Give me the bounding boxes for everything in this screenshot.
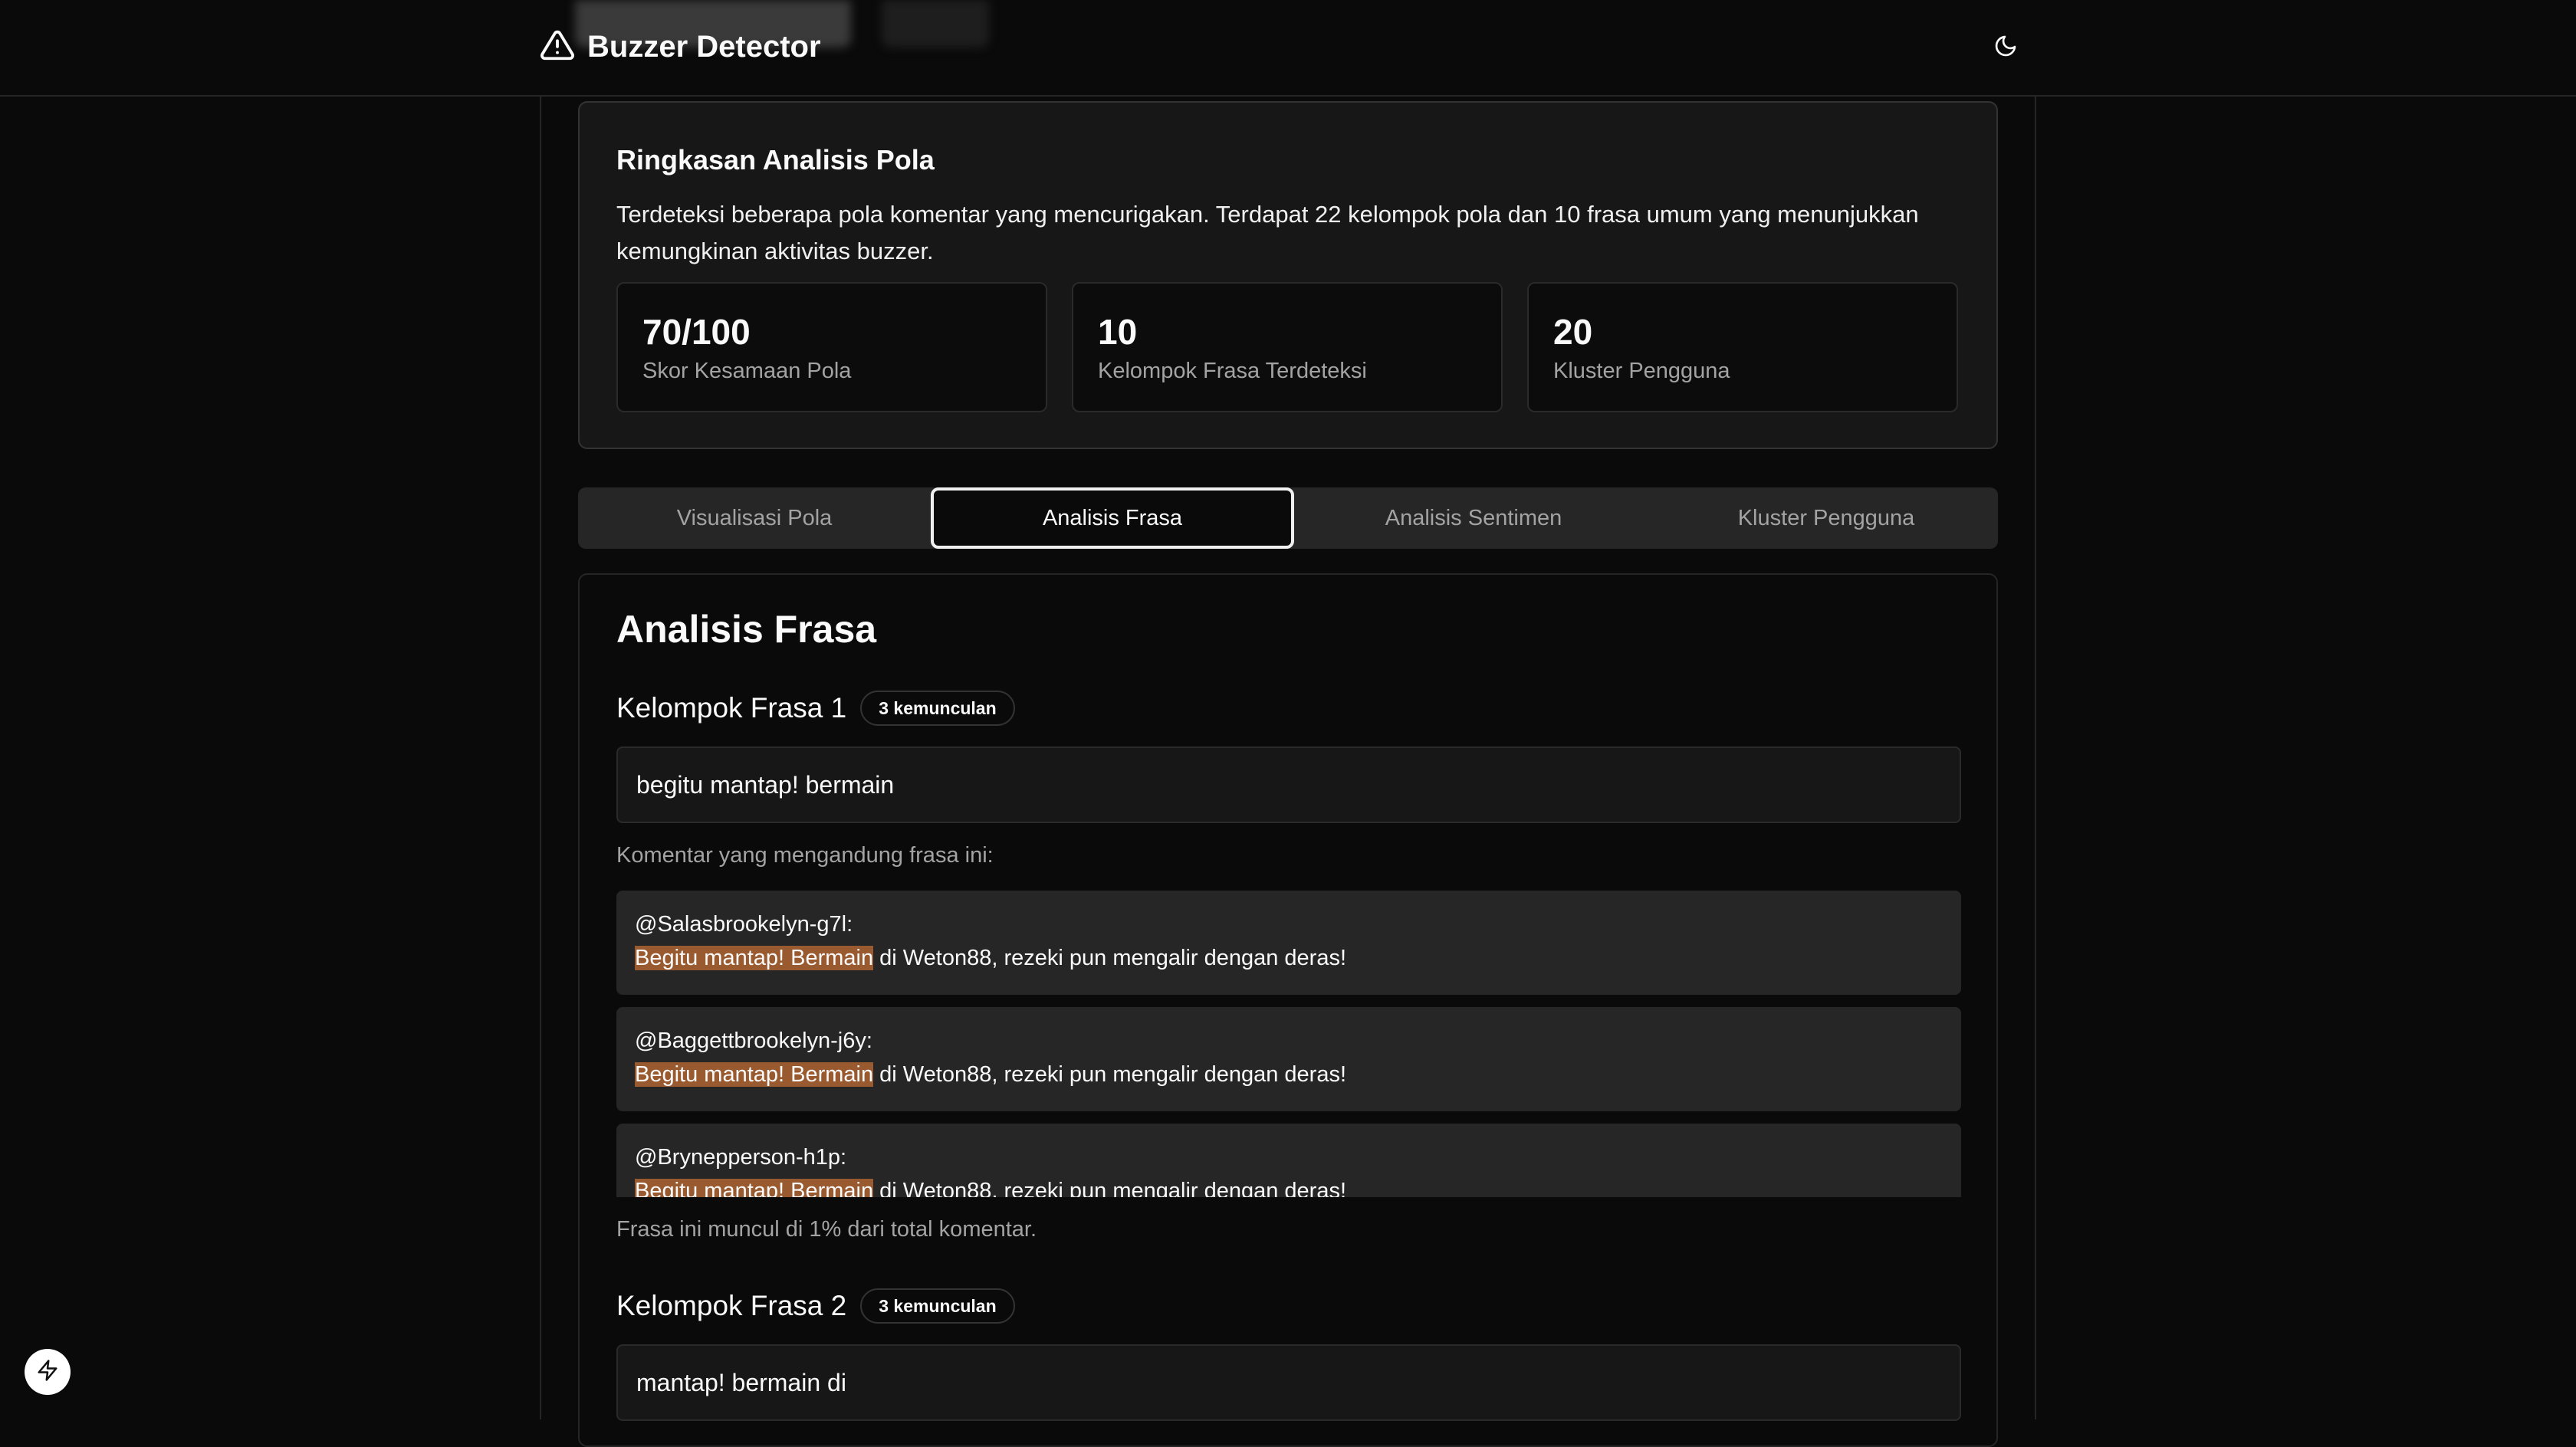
top-header: Buzzer Detector [0, 0, 2576, 97]
app-title: Buzzer Detector [587, 29, 821, 64]
bolt-icon [36, 1359, 59, 1386]
stat-label: Kluster Pengguna [1553, 359, 1730, 383]
summary-description: Terdeteksi beberapa pola komentar yang m… [616, 201, 1919, 264]
phrase-group-header: Kelompok Frasa 2 3 kemunculan [616, 1286, 1015, 1326]
comment-item: @Brynepperson-h1p: Begitu mantap! Bermai… [616, 1124, 1961, 1197]
comment-item: @Salasbrookelyn-g7l: Begitu mantap! Berm… [616, 891, 1961, 995]
stat-value: 70/100 [642, 312, 751, 352]
occurrence-badge: 3 kemunculan [860, 691, 1015, 726]
highlighted-phrase: Begitu mantap! Bermain [635, 946, 874, 970]
stat-card-phrase-groups: 10 Kelompok Frasa Terdeteksi [1072, 282, 1503, 412]
phrase-group-header: Kelompok Frasa 1 3 kemunculan [616, 688, 1015, 728]
alert-triangle-icon [540, 28, 575, 67]
tab-kluster-pengguna[interactable]: Kluster Pengguna [1650, 487, 2003, 549]
comment-rest: di Weton88, rezeki pun mengalir dengan d… [873, 1062, 1347, 1087]
theme-toggle-button[interactable] [1986, 28, 2026, 67]
occurrence-badge: 3 kemunculan [860, 1288, 1015, 1324]
phrase-group-title: Kelompok Frasa 1 [616, 692, 847, 724]
stat-label: Skor Kesamaan Pola [642, 359, 852, 383]
stat-card-similarity: 70/100 Skor Kesamaan Pola [616, 282, 1047, 412]
comments-label: Komentar yang mengandung frasa ini: [616, 843, 994, 868]
tab-visualisasi-pola[interactable]: Visualisasi Pola [578, 487, 931, 549]
brand[interactable]: Buzzer Detector [540, 28, 821, 66]
comments-scroll-area[interactable]: @Salasbrookelyn-g7l: Begitu mantap! Berm… [616, 891, 1961, 1197]
phrase-box: mantap! bermain di [616, 1344, 1961, 1421]
comment-username: @Baggettbrookelyn-j6y: [635, 1029, 872, 1053]
dev-tools-button[interactable] [25, 1349, 71, 1395]
blurred-overlay [882, 0, 989, 48]
comment-text: Begitu mantap! Bermain di Weton88, rezek… [635, 1056, 1943, 1093]
tab-analisis-frasa[interactable]: Analisis Frasa [931, 487, 1294, 549]
stat-value: 20 [1553, 312, 1593, 352]
summary-title: Ringkasan Analisis Pola [616, 144, 935, 176]
comment-rest: di Weton88, rezeki pun mengalir dengan d… [873, 1179, 1347, 1197]
stat-card-user-clusters: 20 Kluster Pengguna [1527, 282, 1958, 412]
summary-card: Ringkasan Analisis Pola Terdeteksi beber… [578, 101, 1998, 449]
phrase-box: begitu mantap! bermain [616, 746, 1961, 823]
comment-rest: di Weton88, rezeki pun mengalir dengan d… [873, 946, 1347, 970]
highlighted-phrase: Begitu mantap! Bermain [635, 1062, 874, 1087]
phrase-group-title: Kelompok Frasa 2 [616, 1290, 847, 1321]
moon-icon [1993, 34, 2018, 62]
highlighted-phrase: Begitu mantap! Bermain [635, 1179, 874, 1197]
content-title: Analisis Frasa [616, 608, 877, 651]
stat-value: 10 [1098, 312, 1138, 352]
comment-text: Begitu mantap! Bermain di Weton88, rezek… [635, 1173, 1943, 1197]
stat-label: Kelompok Frasa Terdeteksi [1098, 359, 1367, 383]
comment-item: @Baggettbrookelyn-j6y: Begitu mantap! Be… [616, 1007, 1961, 1111]
comment-username: @Brynepperson-h1p: [635, 1145, 847, 1170]
analysis-tabs: Visualisasi Pola Analisis Frasa Analisis… [578, 487, 1998, 549]
tab-analisis-sentimen[interactable]: Analisis Sentimen [1297, 487, 1650, 549]
comment-text: Begitu mantap! Bermain di Weton88, rezek… [635, 940, 1943, 976]
phrase-analysis-card: Analisis Frasa Kelompok Frasa 1 3 kemunc… [578, 573, 1998, 1447]
comment-username: @Salasbrookelyn-g7l: [635, 912, 853, 937]
phrase-footnote: Frasa ini muncul di 1% dari total koment… [616, 1217, 1037, 1242]
